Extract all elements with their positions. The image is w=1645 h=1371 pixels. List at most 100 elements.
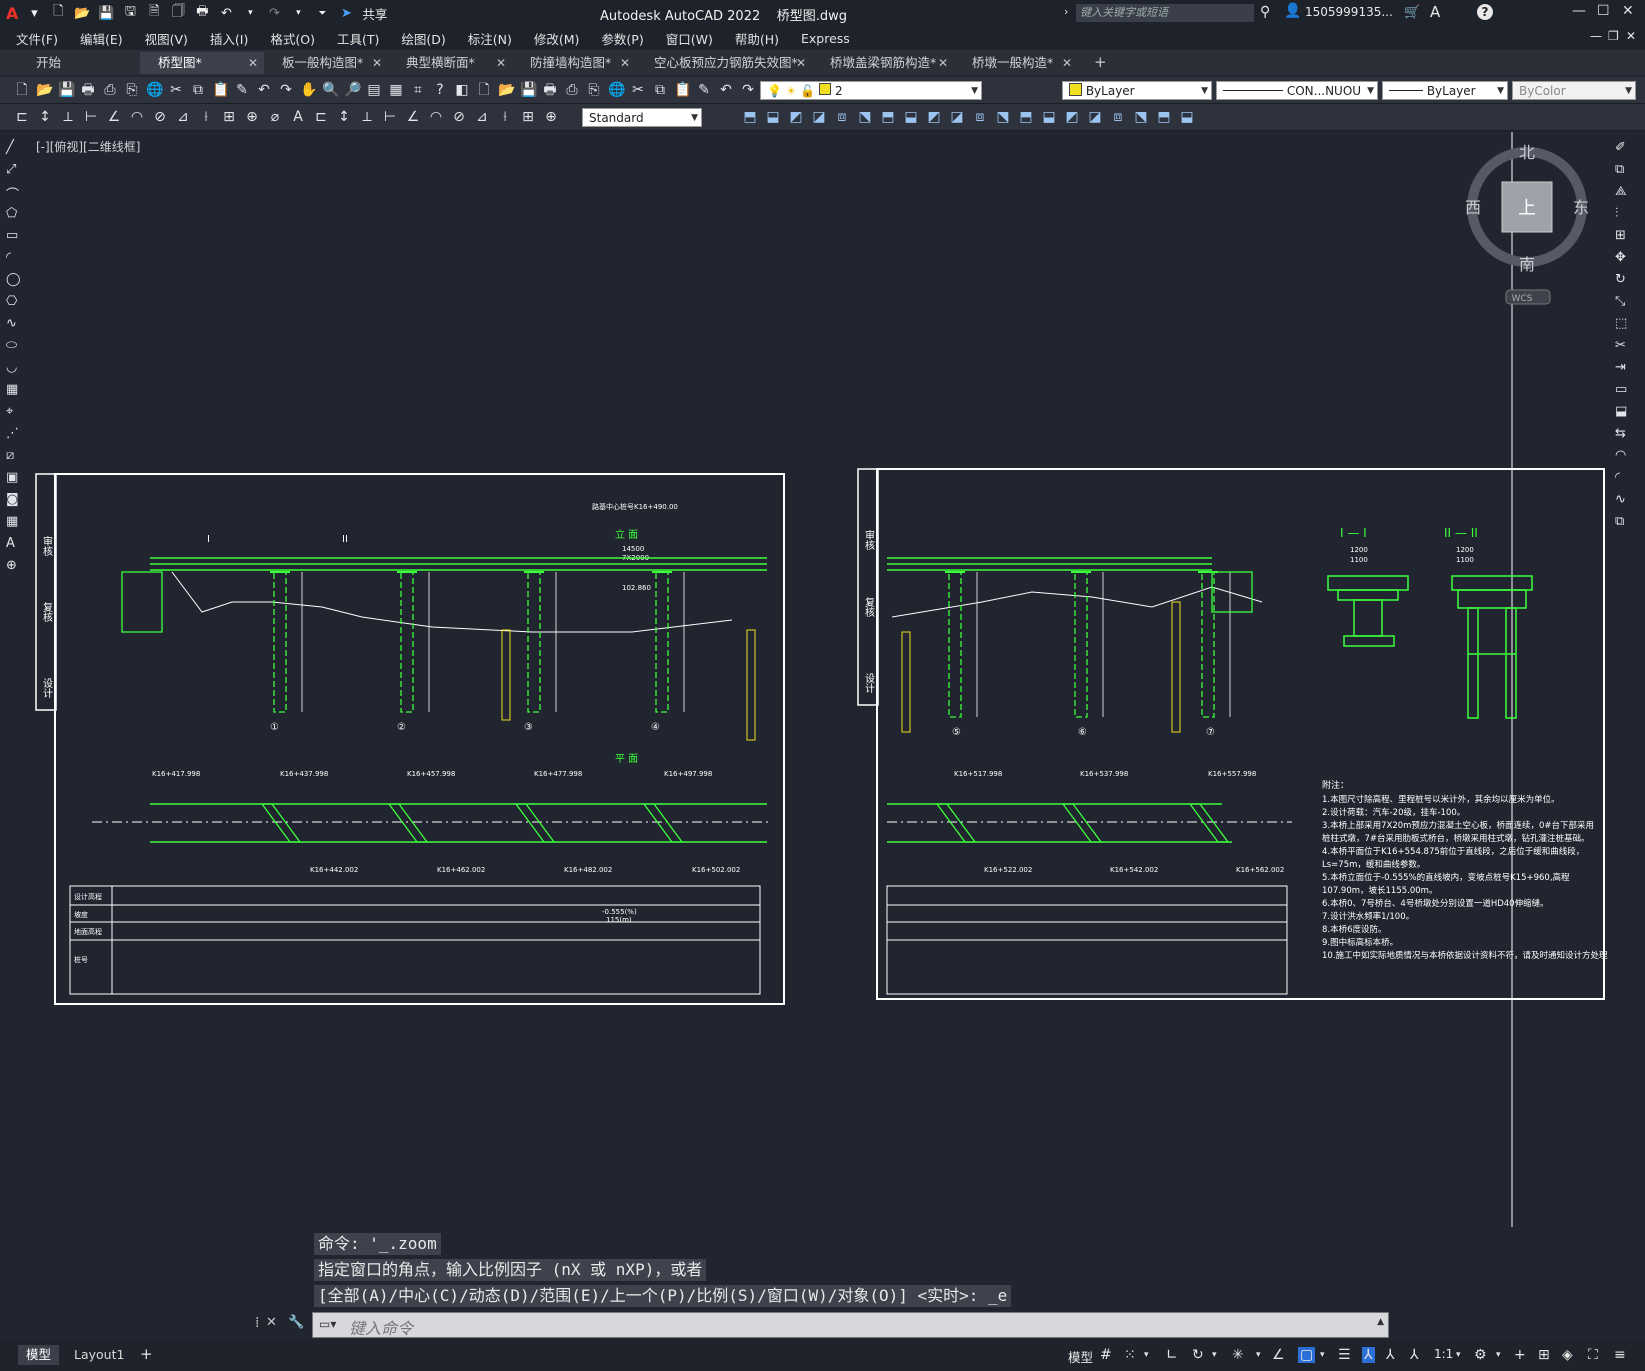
minimize-icon[interactable]: —: [1572, 3, 1586, 19]
close-tab-icon[interactable]: ✕: [620, 52, 630, 74]
modify-tool-icon[interactable]: ◩: [926, 109, 942, 125]
stretch-icon[interactable]: ⬚: [1615, 316, 1631, 332]
dim-ordinate-icon[interactable]: ⊢: [83, 109, 99, 125]
undo-icon[interactable]: ↶: [256, 82, 272, 98]
fillet-icon[interactable]: ◠: [1615, 448, 1631, 464]
menu-window[interactable]: 窗口(W): [666, 29, 713, 48]
region-icon[interactable]: ◙: [6, 492, 22, 508]
match-properties-icon[interactable]: ✎: [696, 82, 712, 98]
scale-dropdown-icon[interactable]: ▾: [1456, 1350, 1461, 1360]
line-icon[interactable]: ╱: [6, 140, 22, 156]
polar-icon[interactable]: ↻: [1192, 1347, 1204, 1363]
dim-angular-icon[interactable]: ∠: [106, 109, 122, 125]
copy-obj-icon[interactable]: ⧉: [1615, 162, 1631, 178]
edit-polyline-icon[interactable]: ⧉: [1615, 514, 1631, 530]
print-icon[interactable]: 🖶: [542, 82, 558, 98]
search-expand-icon[interactable]: ›: [1064, 5, 1068, 18]
add-layout-icon[interactable]: +: [140, 1345, 153, 1363]
modify-tool-icon[interactable]: ⬔: [1133, 109, 1149, 125]
help-icon[interactable]: ?: [432, 82, 448, 98]
pan-icon[interactable]: ✋: [300, 82, 317, 98]
continue-icon[interactable]: ⊕: [244, 109, 260, 125]
fullscreen-icon[interactable]: ⛶: [1588, 1347, 1598, 1363]
command-recent-icon[interactable]: ▭▾: [319, 1317, 336, 1331]
viewport-controls[interactable]: [-][俯视][二维线框]: [36, 138, 140, 155]
tab-prestress-rebar[interactable]: 空心板预应力钢筋失效图* ✕: [636, 52, 812, 74]
layer-dropdown[interactable]: 💡 ☀ 🔓 2 ▼: [760, 81, 982, 100]
tab-slab-general[interactable]: 板一般构造图* ✕: [264, 52, 388, 74]
command-grip-icon[interactable]: ⁞: [255, 1315, 259, 1331]
annotation-autoscale-icon[interactable]: ⅄: [1386, 1347, 1395, 1363]
tab-layout1[interactable]: Layout1: [66, 1345, 132, 1365]
doc-restore-icon[interactable]: ❐: [1608, 29, 1619, 43]
redo-icon[interactable]: ↷: [266, 5, 282, 21]
menu-format[interactable]: 格式(O): [270, 29, 315, 48]
tool-palette-icon[interactable]: ⌗: [410, 82, 426, 98]
annotation-scale-icon[interactable]: ⅄: [1410, 1347, 1419, 1363]
scale-icon[interactable]: ⤡: [1615, 294, 1631, 310]
quick-dim-icon[interactable]: ⟊: [497, 109, 513, 125]
object-snap-tracking-icon[interactable]: ∠: [1272, 1347, 1285, 1363]
snap-icon[interactable]: ⁙: [1124, 1347, 1136, 1363]
save-web-icon[interactable]: 🗍: [170, 4, 186, 21]
layer-properties-icon[interactable]: ◧: [454, 82, 470, 98]
save-icon[interactable]: 💾: [520, 82, 537, 98]
modify-tool-icon[interactable]: ⬒: [880, 109, 896, 125]
user-icon[interactable]: 👤: [1284, 3, 1301, 19]
polar-dropdown-icon[interactable]: ▾: [1212, 1350, 1217, 1360]
wcs-label[interactable]: WCS: [1512, 294, 1533, 304]
ortho-icon[interactable]: ∟: [1166, 1347, 1178, 1363]
annotation-scale-visibility-icon[interactable]: ⅄: [1362, 1347, 1375, 1363]
trim-icon[interactable]: ✂: [1615, 338, 1631, 354]
viewcube[interactable]: 上 北 南 东 西 WCS: [1465, 143, 1589, 305]
linetype-dropdown[interactable]: CON...NUOU ▼: [1216, 81, 1378, 100]
move-icon[interactable]: ✥: [1615, 250, 1631, 266]
grid-icon[interactable]: #: [1100, 1347, 1112, 1363]
new-tab-icon[interactable]: +: [1094, 53, 1107, 71]
menu-dimension[interactable]: 标注(N): [468, 29, 512, 48]
modify-tool-icon[interactable]: ⬔: [857, 109, 873, 125]
menu-insert[interactable]: 插入(I): [210, 29, 248, 48]
autocad-logo-icon[interactable]: A: [6, 4, 18, 23]
baseline-icon[interactable]: ⊞: [520, 109, 536, 125]
model-space-button[interactable]: 模型: [1068, 1347, 1093, 1366]
center-mark-icon[interactable]: ⌀: [267, 109, 283, 125]
web-icon[interactable]: 🌐: [146, 82, 163, 98]
modify-tool-icon[interactable]: ⬒: [1156, 109, 1172, 125]
doc-minimize-icon[interactable]: —: [1590, 29, 1602, 43]
dim-linear-icon[interactable]: ⊏: [313, 109, 329, 125]
modify-tool-icon[interactable]: ⬓: [765, 109, 781, 125]
compass-south[interactable]: 南: [1519, 255, 1535, 274]
web-icon[interactable]: 🌐: [608, 82, 625, 98]
table-icon[interactable]: ▦: [6, 514, 22, 530]
compass-east[interactable]: 东: [1573, 198, 1589, 217]
tab-barrier-wall[interactable]: 防撞墙构造图* ✕: [512, 52, 636, 74]
modify-tool-icon[interactable]: ⬓: [1179, 109, 1195, 125]
mtext-icon[interactable]: A: [6, 536, 22, 552]
gradient-icon[interactable]: ▣: [6, 470, 22, 486]
dim-ordinate-icon[interactable]: ⊢: [382, 109, 398, 125]
copy-icon[interactable]: ⧉: [190, 82, 206, 98]
print-icon[interactable]: 🖶: [194, 4, 210, 21]
dim-radius-icon[interactable]: ◠: [428, 109, 444, 125]
close-icon[interactable]: ✕: [1622, 3, 1634, 19]
plot-preview-icon[interactable]: ⎙: [564, 82, 580, 98]
modify-tool-icon[interactable]: ◪: [1087, 109, 1103, 125]
add-selected-icon[interactable]: ⊕: [6, 558, 22, 574]
arc-icon[interactable]: ◜: [6, 250, 22, 266]
plot-preview-icon[interactable]: ⎙: [102, 82, 118, 98]
spline-icon[interactable]: ∿: [6, 316, 22, 332]
circle-icon[interactable]: ◯: [6, 272, 22, 288]
close-tab-icon[interactable]: ✕: [1062, 52, 1072, 74]
array-icon[interactable]: ⊞: [1615, 228, 1631, 244]
redo-icon[interactable]: ↷: [740, 82, 756, 98]
text-style-dropdown[interactable]: Standard ▼: [582, 108, 702, 127]
construction-line-icon[interactable]: ⤢: [6, 162, 22, 178]
isolate-objects-icon[interactable]: ◈: [1562, 1347, 1573, 1363]
paste-icon[interactable]: 📋: [674, 82, 691, 98]
tab-pier-general[interactable]: 桥墩一般构造* ✕: [954, 52, 1078, 74]
save-icon[interactable]: 💾: [58, 82, 75, 98]
menu-tools[interactable]: 工具(T): [337, 29, 379, 48]
save-icon[interactable]: 💾: [98, 5, 114, 21]
dim-aligned-icon[interactable]: ↕: [336, 109, 352, 125]
